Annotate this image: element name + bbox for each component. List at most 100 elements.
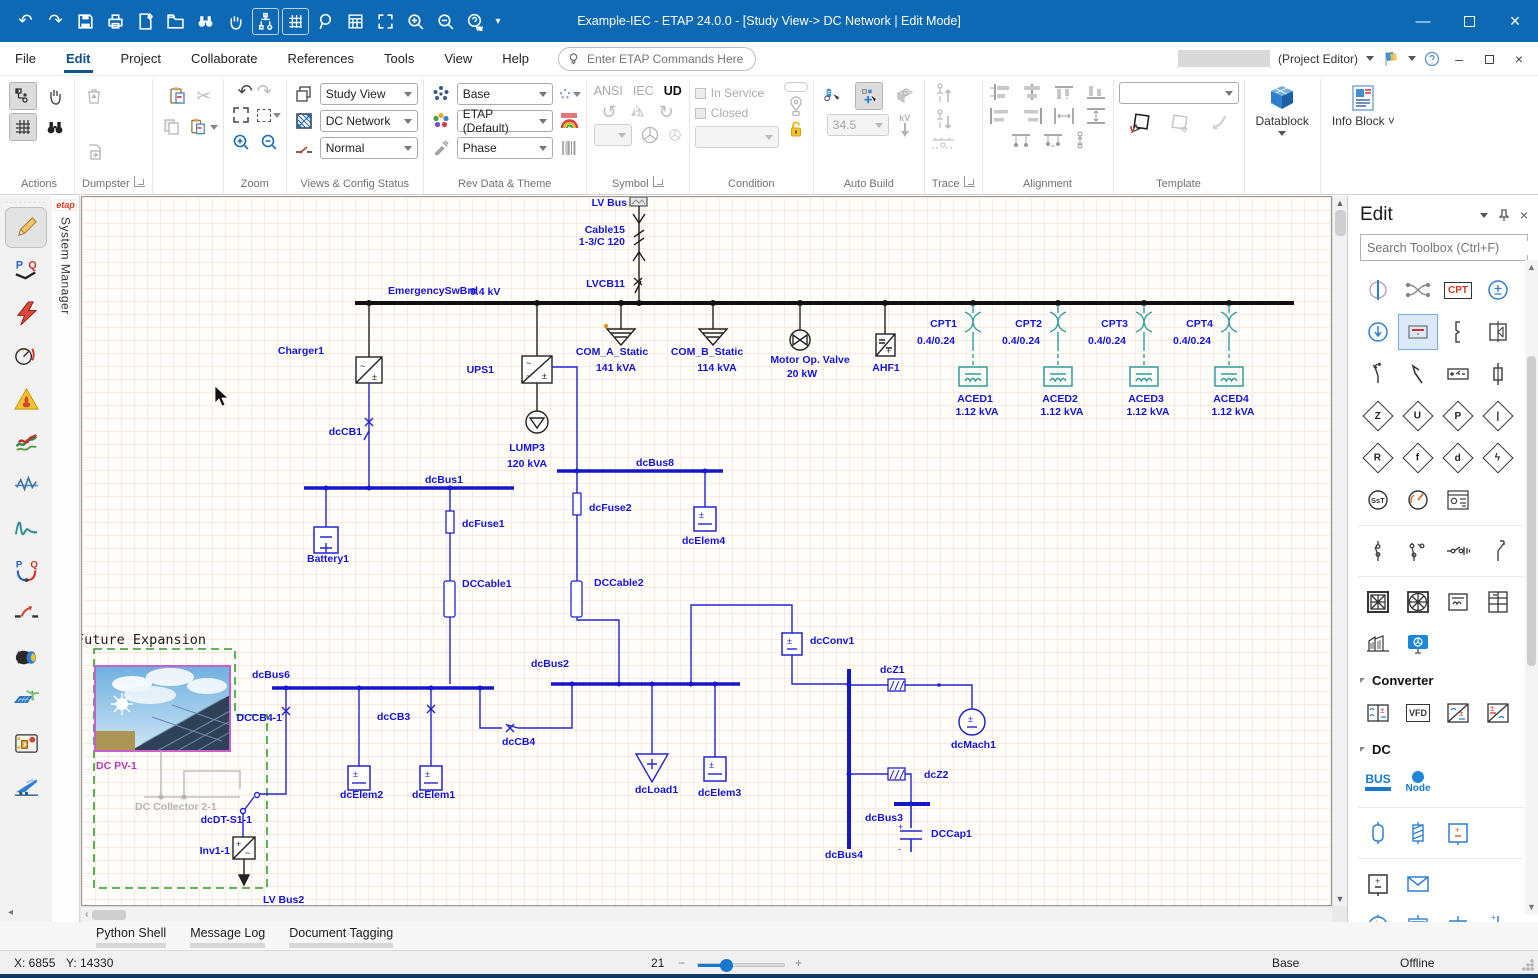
toolbox-scroll-thumb[interactable] (1527, 356, 1536, 666)
relay-icon[interactable] (1438, 356, 1478, 392)
dumpster-launcher[interactable] (134, 176, 145, 187)
label-cpt2-ratio[interactable]: 0.4/0.24 (1002, 335, 1040, 347)
disconnect-switch-icon[interactable] (1478, 533, 1518, 569)
label-dcbus4[interactable]: dcBus4 (825, 849, 863, 861)
label-lvcb11[interactable]: LVCB11 (586, 278, 625, 290)
tab-document-tagging[interactable]: Document Tagging (279, 922, 403, 950)
short-circuit-button[interactable] (5, 293, 47, 334)
scroll-down-arrow[interactable]: ▼ (1336, 894, 1345, 904)
menu-edit[interactable]: Edit (51, 42, 106, 76)
composite-network-icon[interactable] (1358, 626, 1398, 662)
emergency-swbrd-bus[interactable]: EmergencySwBrd 0.4 kV (355, 285, 1294, 306)
zoom-in-icon[interactable] (402, 8, 429, 35)
redo-icon[interactable]: ↷ (42, 8, 69, 35)
system-manager-tab[interactable]: etap System Manager (52, 196, 80, 922)
dc-battery-cell-icon[interactable] (1398, 815, 1438, 851)
theme-select[interactable]: ETAP (Default) (457, 110, 553, 132)
cpt-icon[interactable]: CPT (1438, 272, 1478, 308)
load-flow-button[interactable]: PQ (5, 250, 47, 291)
trace-down-icon[interactable] (932, 108, 954, 132)
dcelem4[interactable]: ± dcElem4 (682, 471, 725, 547)
dumpster-icon[interactable] (80, 82, 108, 110)
renewables-button[interactable] (5, 680, 47, 721)
network-square-icon[interactable] (1358, 584, 1398, 620)
dc-load-circle-icon[interactable] (1358, 314, 1398, 350)
label-motor-kw[interactable]: 20 kW (787, 368, 817, 380)
charger-rectifier-icon[interactable]: ± (1478, 695, 1518, 731)
wye-small-icon[interactable] (668, 128, 682, 142)
transmission-line-icon[interactable] (1398, 272, 1438, 308)
context-help-icon[interactable] (462, 8, 489, 35)
tab-message-log[interactable]: Message Log (180, 922, 275, 950)
cpt2-column[interactable]: CPT2 0.4/0.24 ACED2 1.12 kVA (1002, 305, 1084, 418)
dc-capacitor-icon[interactable]: +- (1478, 908, 1518, 922)
com-b-load[interactable]: COM_B_Static 114 kVA (671, 305, 744, 374)
label-dcbus8[interactable]: dcBus8 (636, 457, 674, 469)
menu-tools[interactable]: Tools (369, 42, 429, 76)
menu-file[interactable]: File (0, 42, 51, 76)
label-cpt1-ratio[interactable]: 0.4/0.24 (917, 335, 955, 347)
dc-elem-black-icon[interactable]: + (1358, 866, 1398, 902)
kv-select[interactable]: 34.5 (827, 114, 889, 136)
label-dcbus2[interactable]: dcBus2 (531, 658, 569, 670)
dcconv1[interactable]: ± dcConv1 (691, 605, 855, 684)
dcbus1[interactable]: dcBus1 (304, 474, 514, 491)
edit-oneline-button[interactable] (9, 82, 37, 110)
dcz2-dcbus3-dccap1[interactable]: +- dcZ2 dcBus3 DCCap1 (849, 768, 972, 854)
dropper-icon[interactable] (429, 136, 453, 160)
frequency-relay-icon[interactable]: f (1398, 440, 1438, 476)
zoom-slider-thumb[interactable] (720, 959, 733, 972)
symbol-ansi[interactable]: ANSI (594, 84, 623, 98)
network-select[interactable]: DC Network (320, 110, 418, 132)
dc-load-icon[interactable] (1438, 908, 1478, 922)
current-relay-icon[interactable]: | (1478, 398, 1518, 434)
dc-envelope-icon[interactable] (1398, 866, 1438, 902)
cpt3-column[interactable]: CPT3 0.4/0.24 ACED3 1.12 kVA (1088, 305, 1170, 418)
toolbar-collapse-arrow[interactable]: ◂ (0, 907, 13, 918)
child-minimize-button[interactable]: – (1448, 51, 1470, 67)
motor-op-valve[interactable]: Motor Op. Valve 20 kW (770, 305, 850, 380)
align-center-v-icon[interactable] (1020, 82, 1044, 102)
voltage-relay-icon[interactable]: U (1398, 398, 1438, 434)
inverter-icon[interactable]: ± (1438, 695, 1478, 731)
condition-select[interactable] (695, 126, 779, 148)
zoom-slider[interactable] (697, 963, 785, 967)
presentation-icon[interactable] (292, 82, 316, 106)
dcbus6[interactable]: dcBus6 (252, 669, 494, 691)
label-lv-bus[interactable]: LV Bus (592, 197, 628, 209)
dcz1-dcmach1[interactable]: ± dcZ1 dcMach1 (849, 664, 996, 751)
label-motor[interactable]: Motor Op. Valve (770, 354, 850, 366)
lasso-icon[interactable] (312, 8, 339, 35)
trace-launcher[interactable] (964, 176, 975, 187)
label-cpt4-ratio[interactable]: 0.4/0.24 (1173, 335, 1211, 347)
dc-collector[interactable]: DC Collector 2-1 (135, 751, 240, 813)
wye-icon[interactable] (640, 125, 660, 145)
ribbon-zoom-out-button[interactable] (257, 130, 281, 154)
label-aced4[interactable]: ACED4 (1213, 393, 1249, 405)
template-sync-icon[interactable] (1208, 112, 1230, 134)
pan-button[interactable] (41, 82, 69, 110)
dccb41[interactable]: DCCB4-1 (236, 688, 290, 794)
dccb1[interactable]: dcCB1 (329, 383, 373, 488)
label-dcz2[interactable]: dcZ2 (924, 769, 949, 781)
surge-relay-icon[interactable]: ϟ (1478, 440, 1518, 476)
dc-load-boxed-icon[interactable] (1398, 908, 1438, 922)
transient-stability-button[interactable] (5, 465, 47, 506)
tilted-breaker-icon[interactable] (1398, 356, 1438, 392)
label-swbrd[interactable]: EmergencySwBrd (388, 285, 478, 297)
mcc-icon[interactable] (1478, 584, 1518, 620)
harmonics-button[interactable] (5, 422, 47, 463)
dcload1[interactable]: dcLoad1 (635, 684, 678, 796)
label-aced4-kva[interactable]: 1.12 kVA (1212, 406, 1255, 418)
fit-page-icon[interactable] (372, 8, 399, 35)
datablock-button[interactable]: Datablock (1250, 82, 1315, 194)
label-lump3-kva[interactable]: 120 kVA (507, 458, 547, 470)
fuse-icon[interactable] (1478, 356, 1518, 392)
label-cable15[interactable]: Cable15 (585, 224, 625, 236)
battery1[interactable]: Battery1 (307, 488, 349, 565)
label-dcelem4[interactable]: dcElem4 (682, 535, 725, 547)
dumpster-restore-icon[interactable] (80, 138, 108, 166)
align-left-icon[interactable] (988, 82, 1012, 102)
label-swbrd-kv[interactable]: 0.4 kV (470, 286, 500, 298)
flip-icon[interactable] (629, 104, 647, 120)
